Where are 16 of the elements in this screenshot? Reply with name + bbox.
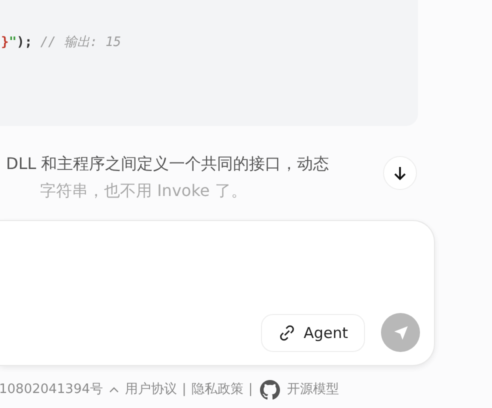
footer-link[interactable]: 隐私政策 [191,380,244,400]
github-icon[interactable] [260,380,280,400]
message-text: DLL 和主程序之间定义一个共同的接口，动态 [6,153,330,175]
code-line: }"); // 输出: 15 [1,34,122,52]
message-input[interactable]: Agent [0,220,435,366]
link-icon [278,324,296,342]
license-number: 10802041394号 [0,381,103,400]
caret-up-icon[interactable] [108,386,119,394]
footer-link[interactable]: 开源模型 [286,380,339,400]
separator: | [182,381,186,400]
scroll-down-button[interactable] [383,156,417,190]
footer-link[interactable]: 用户协议 [124,380,177,400]
arrow-down-icon [393,165,407,181]
agent-button[interactable]: Agent [260,314,365,352]
separator: | [248,381,253,400]
message-text: 字符串，也不用 Invoke 了。 [40,180,247,202]
